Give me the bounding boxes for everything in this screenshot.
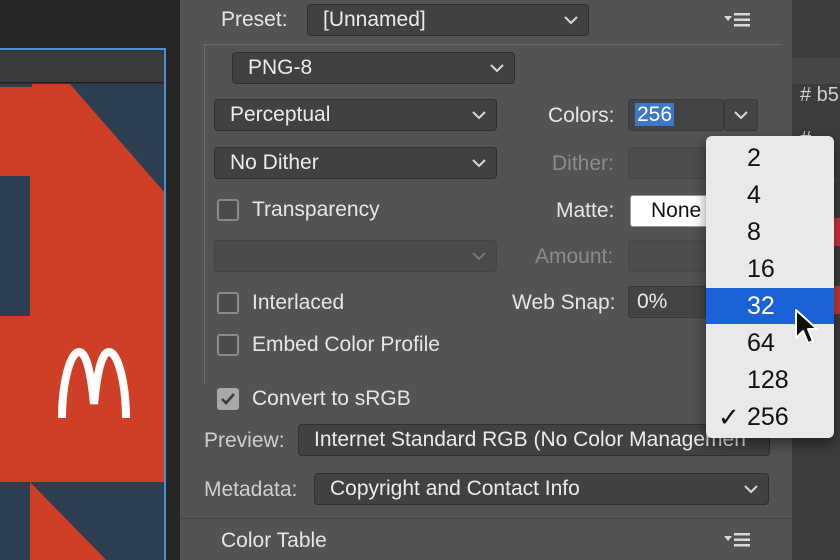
menu-item-2[interactable]: 2 (706, 140, 834, 176)
interlaced-checkbox[interactable] (217, 292, 239, 314)
transparency-label: Transparency (252, 198, 380, 221)
colors-dropdown-menu: 2 4 8 16 32 64 128 ✓ 256 (706, 136, 834, 438)
preview-canvas-area (0, 0, 180, 560)
settings-group-border-left (204, 44, 205, 384)
preview-value: Internet Standard RGB (No Color Manageme… (314, 428, 746, 451)
dither-amount-input (628, 147, 708, 179)
menu-item-128[interactable]: 128 (706, 362, 834, 398)
chevron-down-icon (562, 5, 580, 35)
embed-color-profile-label: Embed Color Profile (252, 333, 440, 356)
colors-input[interactable]: 256 (628, 99, 724, 131)
web-snap-input[interactable]: 0% (628, 286, 708, 318)
file-format-value: PNG-8 (248, 56, 313, 79)
matte-value: None (651, 199, 702, 222)
chevron-down-icon (488, 53, 506, 83)
matte-select[interactable]: None (630, 195, 710, 227)
section-divider (180, 518, 792, 519)
transparency-checkbox[interactable] (217, 199, 239, 221)
menu-item-4[interactable]: 4 (706, 177, 834, 213)
preview-select[interactable]: Internet Standard RGB (No Color Manageme… (298, 424, 770, 456)
right-panel-header (792, 58, 840, 84)
panel-menu-icon[interactable] (722, 10, 752, 30)
metadata-value: Copyright and Contact Info (330, 477, 580, 500)
preset-value: [Unnamed] (323, 8, 426, 31)
matte-label: Matte: (556, 199, 615, 222)
preset-select[interactable]: [Unnamed] (307, 4, 589, 36)
panel-menu-icon[interactable] (722, 530, 752, 550)
colors-label: Colors: (548, 104, 615, 127)
preview-image (0, 84, 164, 560)
preset-label: Preset: (221, 8, 288, 31)
amount-label: Amount: (535, 245, 614, 268)
menu-item-256[interactable]: ✓ 256 (706, 399, 834, 435)
menu-item-8[interactable]: 8 (706, 214, 834, 250)
settings-group-border (204, 44, 780, 45)
menu-item-16[interactable]: 16 (706, 251, 834, 287)
dither-algorithm-value: No Dither (230, 151, 319, 174)
preview-label: Preview: (204, 429, 285, 452)
web-snap-label: Web Snap: (512, 291, 616, 314)
chevron-down-icon (470, 100, 488, 130)
interlaced-label: Interlaced (252, 291, 345, 314)
mouse-pointer-icon (795, 309, 818, 344)
chevron-down-icon (470, 241, 488, 271)
colors-value: 256 (635, 103, 675, 126)
transparency-dither-select (214, 240, 497, 272)
dither-algorithm-select[interactable]: No Dither (214, 147, 497, 179)
web-snap-value: 0% (637, 290, 668, 313)
amount-input (628, 240, 708, 272)
preview-pane-header (0, 50, 164, 83)
metadata-label: Metadata: (204, 478, 298, 501)
dither-label: Dither: (552, 152, 614, 175)
color-reduction-select[interactable]: Perceptual (214, 99, 497, 131)
right-panel-text: # b5 (800, 84, 839, 106)
chevron-down-icon (734, 111, 748, 120)
chevron-down-icon (470, 148, 488, 178)
embed-color-profile-checkbox[interactable] (217, 334, 239, 356)
color-reduction-value: Perceptual (230, 103, 331, 126)
checkmark-icon: ✓ (718, 402, 740, 432)
metadata-select[interactable]: Copyright and Contact Info (314, 473, 769, 505)
convert-to-srgb-checkbox[interactable] (217, 388, 239, 410)
color-table-heading: Color Table (221, 529, 327, 552)
file-format-select[interactable]: PNG-8 (232, 52, 515, 84)
chevron-down-icon (742, 474, 760, 504)
optimized-preview-pane[interactable] (0, 48, 166, 560)
checkmark-icon (221, 393, 235, 405)
convert-to-srgb-label: Convert to sRGB (252, 387, 411, 410)
colors-dropdown-button[interactable] (724, 99, 758, 131)
